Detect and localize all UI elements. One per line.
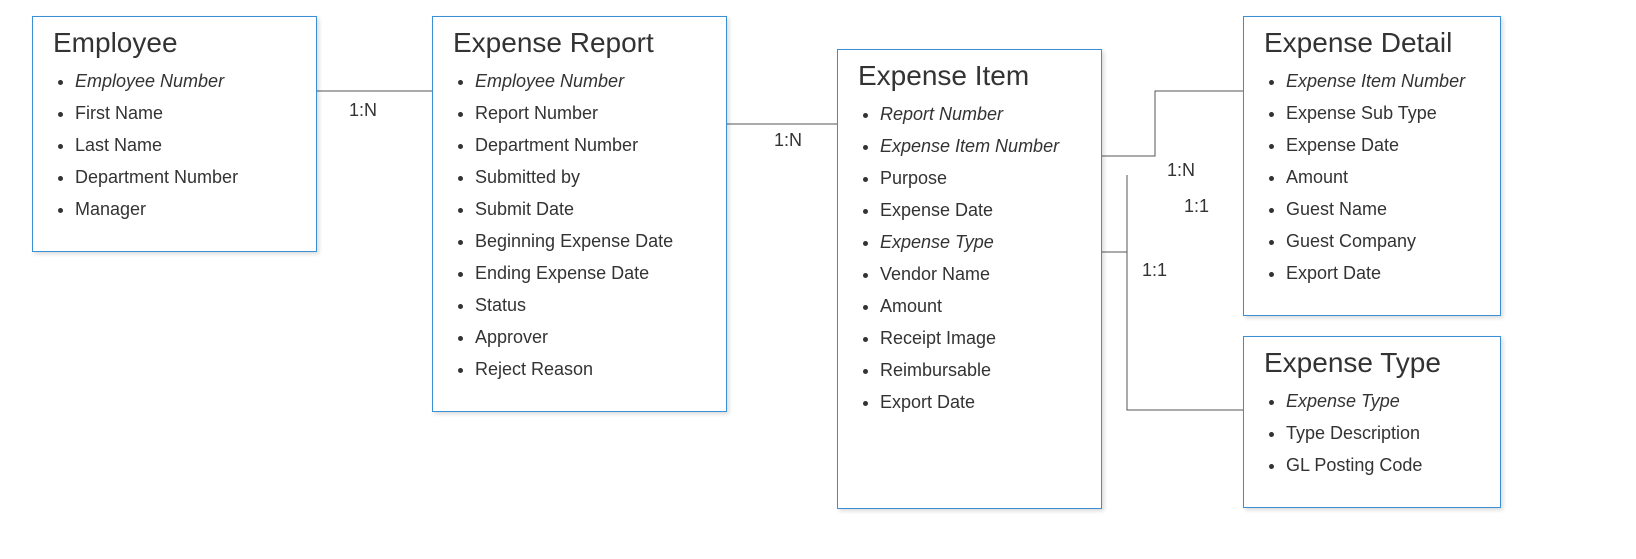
attr: First Name	[75, 97, 298, 129]
entity-expense-item-title: Expense Item	[858, 60, 1083, 92]
attr: Expense Type	[880, 226, 1083, 258]
attr: Expense Sub Type	[1286, 97, 1482, 129]
attr: Purpose	[880, 162, 1083, 194]
attr: Manager	[75, 193, 298, 225]
attr: Submit Date	[475, 193, 708, 225]
attr: Expense Item Number	[1286, 65, 1482, 97]
entity-employee: Employee Employee Number First Name Last…	[32, 16, 317, 252]
attr: Expense Date	[880, 194, 1083, 226]
entity-expense-detail: Expense Detail Expense Item Number Expen…	[1243, 16, 1501, 316]
entity-expense-item-attrs: Report Number Expense Item Number Purpos…	[856, 98, 1083, 418]
attr: Ending Expense Date	[475, 257, 708, 289]
attr: Last Name	[75, 129, 298, 161]
rel-item-type-upper: 1:1	[1182, 196, 1211, 217]
attr: Approver	[475, 321, 708, 353]
entity-expense-type-attrs: Expense Type Type Description GL Posting…	[1262, 385, 1482, 481]
attr: Status	[475, 289, 708, 321]
rel-item-detail: 1:N	[1165, 160, 1197, 181]
attr: Department Number	[475, 129, 708, 161]
entity-expense-item: Expense Item Report Number Expense Item …	[837, 49, 1102, 509]
entity-expense-report-title: Expense Report	[453, 27, 708, 59]
attr: Guest Name	[1286, 193, 1482, 225]
attr: Department Number	[75, 161, 298, 193]
attr: GL Posting Code	[1286, 449, 1482, 481]
attr: Export Date	[1286, 257, 1482, 289]
attr: Guest Company	[1286, 225, 1482, 257]
rel-item-type-lower: 1:1	[1140, 260, 1169, 281]
rel-emp-report: 1:N	[347, 100, 379, 121]
attr: Expense Item Number	[880, 130, 1083, 162]
entity-expense-type: Expense Type Expense Type Type Descripti…	[1243, 336, 1501, 508]
attr: Amount	[1286, 161, 1482, 193]
attr: Export Date	[880, 386, 1083, 418]
attr: Submitted by	[475, 161, 708, 193]
entity-employee-attrs: Employee Number First Name Last Name Dep…	[51, 65, 298, 225]
attr: Vendor Name	[880, 258, 1083, 290]
attr: Beginning Expense Date	[475, 225, 708, 257]
attr: Report Number	[475, 97, 708, 129]
entity-expense-report-attrs: Employee Number Report Number Department…	[451, 65, 708, 385]
entity-expense-detail-attrs: Expense Item Number Expense Sub Type Exp…	[1262, 65, 1482, 289]
entity-employee-title: Employee	[53, 27, 298, 59]
rel-report-item: 1:N	[772, 130, 804, 151]
attr: Receipt Image	[880, 322, 1083, 354]
attr: Amount	[880, 290, 1083, 322]
attr: Employee Number	[75, 65, 298, 97]
attr: Expense Type	[1286, 385, 1482, 417]
attr: Type Description	[1286, 417, 1482, 449]
entity-expense-detail-title: Expense Detail	[1264, 27, 1482, 59]
attr: Employee Number	[475, 65, 708, 97]
entity-expense-report: Expense Report Employee Number Report Nu…	[432, 16, 727, 412]
attr: Report Number	[880, 98, 1083, 130]
attr: Reject Reason	[475, 353, 708, 385]
attr: Reimbursable	[880, 354, 1083, 386]
entity-expense-type-title: Expense Type	[1264, 347, 1482, 379]
attr: Expense Date	[1286, 129, 1482, 161]
er-diagram: Employee Employee Number First Name Last…	[0, 0, 1636, 559]
